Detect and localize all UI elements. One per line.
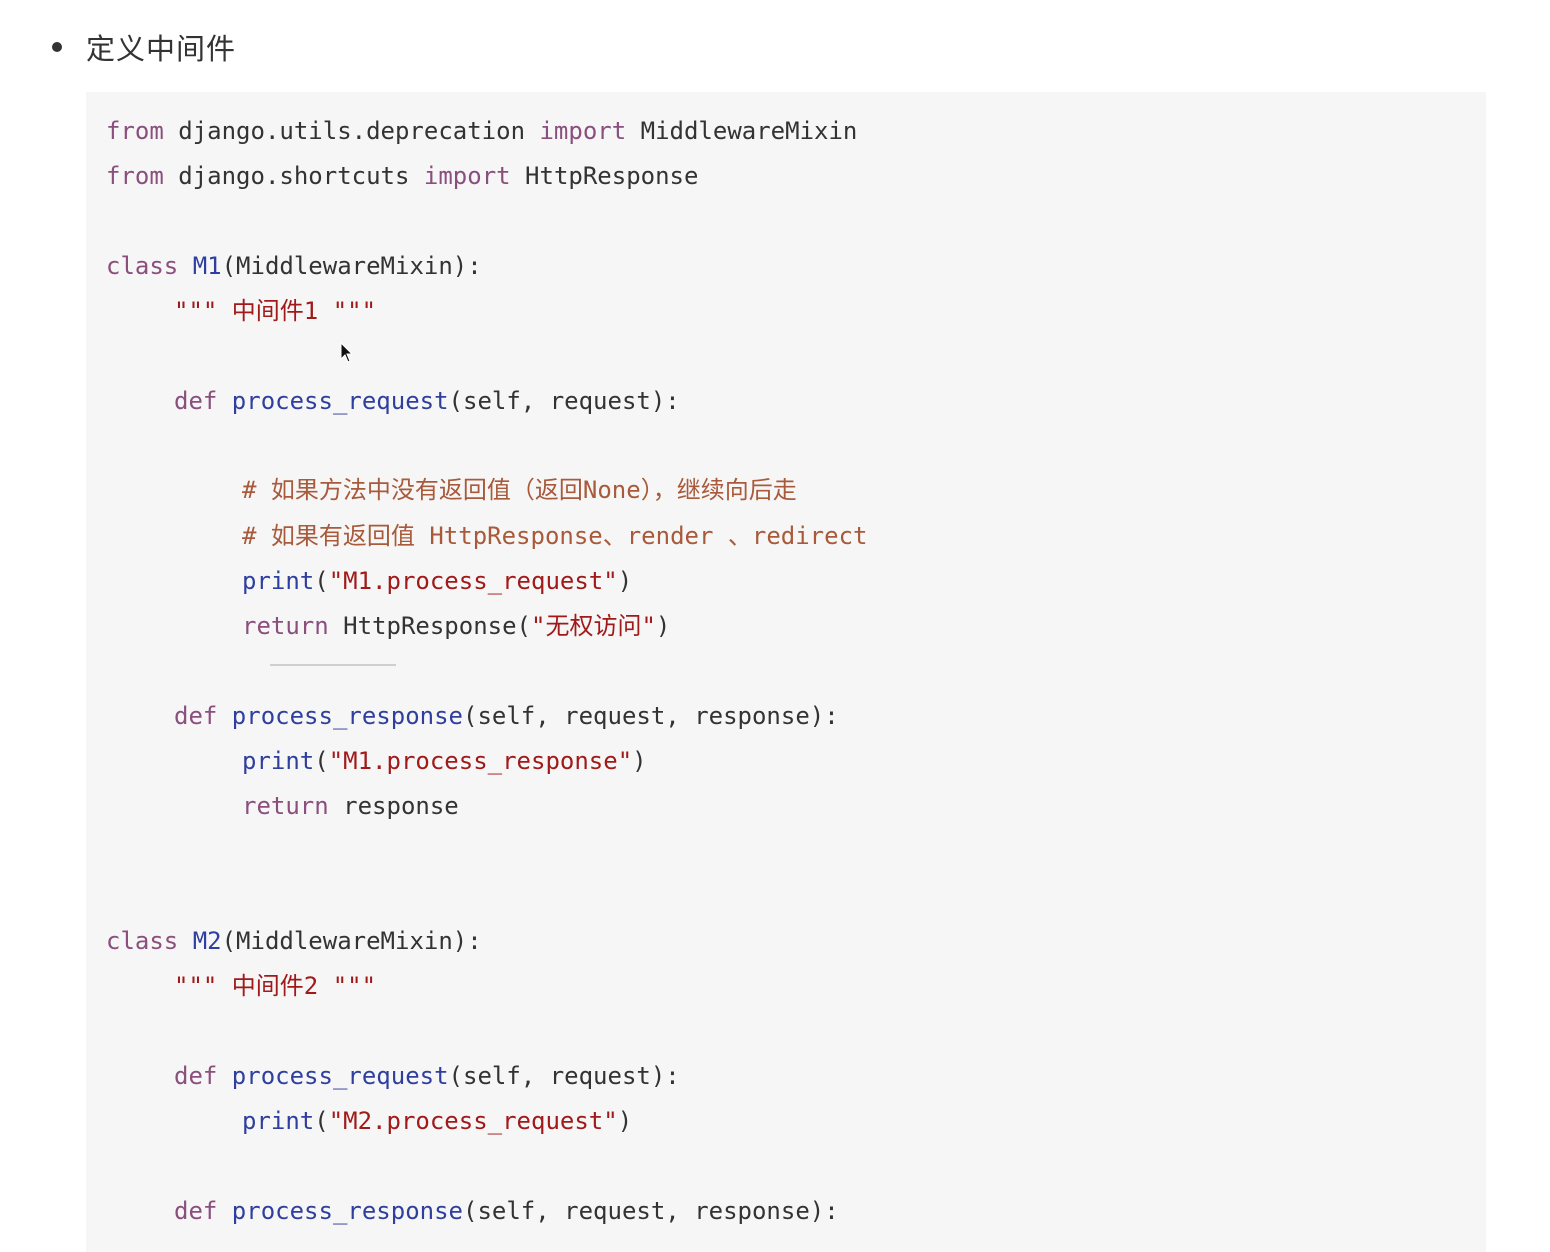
docstring: """ 中间件2 """ bbox=[174, 972, 377, 1000]
function-name: process_response bbox=[217, 1197, 463, 1225]
paren: ) bbox=[655, 612, 671, 640]
keyword: def bbox=[174, 702, 218, 730]
comment: # 如果有返回值 HttpResponse、render 、redirect bbox=[242, 522, 868, 550]
class-base: (MiddlewareMixin): bbox=[221, 252, 482, 280]
class-name: M1 bbox=[178, 252, 222, 280]
code-line-return-m1-response: return response bbox=[242, 786, 459, 826]
code-block: from django.utils.deprecation import Mid… bbox=[86, 92, 1486, 1252]
divider bbox=[270, 664, 396, 666]
code-line-def-response-m2: def process_response(self, request, resp… bbox=[174, 1191, 839, 1231]
module-name: django.utils.deprecation bbox=[163, 117, 540, 145]
docstring: """ 中间件1 """ bbox=[174, 297, 377, 325]
code-line-def-request-m2: def process_request(self, request): bbox=[174, 1056, 680, 1096]
comment: # 如果方法中没有返回值（返回None），继续向后走 bbox=[242, 476, 797, 504]
code-line-def-response-m1: def process_response(self, request, resp… bbox=[174, 696, 839, 736]
bullet-item: 定义中间件 bbox=[52, 24, 236, 70]
keyword: def bbox=[174, 1197, 218, 1225]
import-name: HttpResponse bbox=[510, 162, 699, 190]
paren: ) bbox=[617, 1107, 633, 1135]
paren: ( bbox=[314, 567, 329, 595]
code-line-comment-2: # 如果有返回值 HttpResponse、render 、redirect bbox=[242, 516, 867, 556]
function-params: (self, request): bbox=[448, 387, 680, 415]
keyword: class bbox=[106, 252, 179, 280]
section-heading: 定义中间件 bbox=[86, 32, 237, 66]
mouse-pointer-icon bbox=[340, 342, 354, 363]
code-line-class-m1: class M1(MiddlewareMixin): bbox=[106, 246, 482, 286]
code-line-def-request-m1: def process_request(self, request): bbox=[174, 381, 680, 421]
code-line-docstring-m1: """ 中间件1 """ bbox=[174, 291, 376, 331]
builtin-print: print bbox=[242, 1107, 315, 1135]
keyword: from bbox=[106, 117, 164, 145]
code-line-comment-1: # 如果方法中没有返回值（返回None），继续向后走 bbox=[242, 470, 797, 510]
function-params: (self, request, response): bbox=[463, 702, 839, 730]
function-params: (self, request, response): bbox=[463, 1197, 839, 1225]
keyword: def bbox=[174, 1062, 218, 1090]
function-name: process_request bbox=[217, 387, 449, 415]
keyword: return bbox=[242, 792, 329, 820]
keyword: return bbox=[242, 612, 329, 640]
bullet-dot-icon bbox=[52, 42, 62, 52]
class-base: (MiddlewareMixin): bbox=[221, 927, 482, 955]
builtin-print: print bbox=[242, 567, 315, 595]
paren: ) bbox=[632, 747, 647, 775]
code-line-docstring-m2: """ 中间件2 """ bbox=[174, 966, 376, 1006]
function-name: process_response bbox=[217, 702, 463, 730]
string-literal: "M2.process_request" bbox=[328, 1107, 618, 1135]
function-name: process_request bbox=[217, 1062, 449, 1090]
return-value: response bbox=[328, 792, 459, 820]
paren: ) bbox=[617, 567, 633, 595]
builtin-print: print bbox=[242, 747, 315, 775]
keyword: import bbox=[539, 117, 627, 145]
keyword: class bbox=[106, 927, 179, 955]
class-name: M2 bbox=[178, 927, 222, 955]
function-params: (self, request): bbox=[448, 1062, 680, 1090]
string-literal: "M1.process_response" bbox=[328, 747, 633, 775]
paren: ( bbox=[314, 747, 329, 775]
string-literal: "无权访问" bbox=[531, 612, 656, 640]
code-line-print-m2-request: print("M2.process_request") bbox=[242, 1101, 632, 1141]
call: HttpResponse( bbox=[328, 612, 531, 640]
keyword: import bbox=[423, 162, 511, 190]
paren: ( bbox=[314, 1107, 329, 1135]
string-literal: "M1.process_request" bbox=[328, 567, 618, 595]
code-line-class-m2: class M2(MiddlewareMixin): bbox=[106, 921, 482, 961]
code-line-import-1: from django.utils.deprecation import Mid… bbox=[106, 111, 857, 151]
code-line-import-2: from django.shortcuts import HttpRespons… bbox=[106, 156, 698, 196]
keyword: from bbox=[106, 162, 164, 190]
module-name: django.shortcuts bbox=[163, 162, 424, 190]
code-line-print-m1-response: print("M1.process_response") bbox=[242, 741, 647, 781]
import-name: MiddlewareMixin bbox=[626, 117, 858, 145]
code-line-print-m1-request: print("M1.process_request") bbox=[242, 561, 632, 601]
keyword: def bbox=[174, 387, 218, 415]
code-line-return-m1-request: return HttpResponse("无权访问") bbox=[242, 606, 670, 646]
